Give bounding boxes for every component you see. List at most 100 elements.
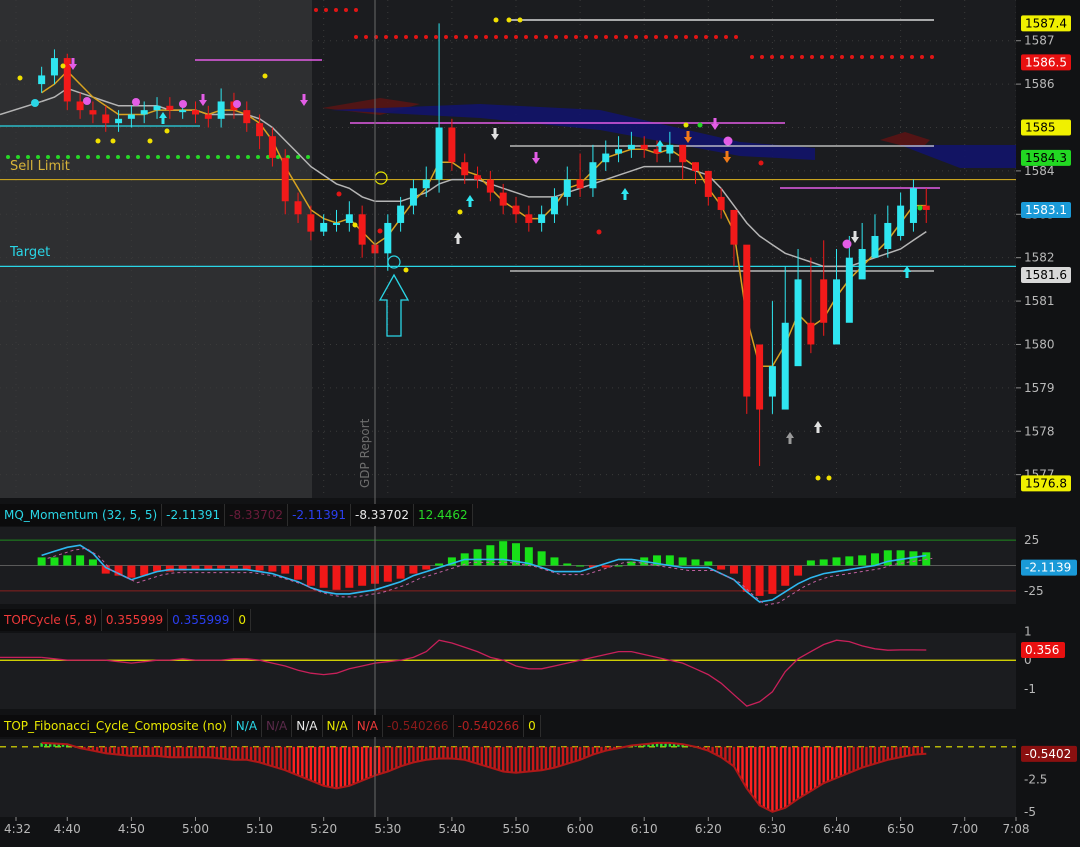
signal-dot [132,98,140,106]
price-tag: 1585 [1025,121,1056,135]
fibonacci-bar [386,746,389,772]
fibonacci-bar [198,746,201,758]
time-tick-label: 4:40 [54,822,81,836]
topcycle-panel[interactable]: 10-10.356 [0,625,1080,709]
momentum-tick-label: 25 [1024,533,1039,547]
candle-body [140,110,148,115]
fibonacci-bar [172,746,176,758]
trading-chart[interactable]: Sell Limit Target GDP Report 1587 1586 158… [0,0,1080,843]
signal-dot [917,205,923,211]
fibonacci-bar [792,746,795,802]
candle-body [217,101,225,119]
fibonacci-bar [117,746,120,755]
candle-body [166,105,174,111]
momentum-value-3: -2.11391 [288,504,352,526]
momentum-panel[interactable]: 25 -25 -2.1139 [0,527,1080,606]
signal-dot [723,136,733,146]
fibonacci-bar [544,746,548,770]
fibonacci-bar [275,746,278,768]
fibonacci-bar [237,746,240,760]
fibonacci-bar [890,746,894,759]
fibonacci-bar [835,746,838,778]
fibonacci-bar [869,746,872,765]
candle-body [461,162,469,176]
fibonacci-bar [907,746,911,756]
fibonacci-bar [143,746,146,756]
fibonacci-bar [878,746,881,763]
fibonacci-bar [258,746,261,763]
fibonacci-value-4: N/A [322,715,353,737]
momentum-value-2: -8.33702 [225,504,289,526]
candle-body [717,196,725,210]
fibonacci-bar [916,746,919,755]
candle-body [204,114,212,119]
fibonacci-bar [749,746,753,795]
fibonacci-tick-label: -5 [1024,805,1036,819]
stop-dot [910,55,914,59]
fibonacci-bar [245,746,248,760]
candle-body [602,153,610,163]
stop-dot [156,155,160,159]
fibonacci-value-3: N/A [292,715,323,737]
stop-dot [246,155,250,159]
fibonacci-bar [433,746,437,759]
momentum-tag: -2.1139 [1025,561,1071,575]
momentum-bar [37,557,46,566]
candle-body [550,196,558,215]
stop-dot [354,35,358,39]
stop-dot [86,155,90,159]
fibonacci-bar [232,746,236,760]
signal-dot [60,63,66,69]
signal-dot [517,17,523,23]
fibonacci-bar [228,746,231,760]
fibonacci-bar [352,746,355,785]
fibonacci-bar [852,746,855,772]
stop-dot [226,155,230,159]
fibonacci-bar [775,746,778,811]
fibonacci-bar [737,746,740,774]
momentum-bar [499,541,508,566]
fibonacci-bar [425,746,428,760]
fibonacci-bar [369,746,372,778]
fibonacci-bar [788,746,791,805]
stop-dot [820,55,824,59]
signal-dot [336,191,342,197]
candle-body [538,214,546,223]
fibonacci-bar [202,746,206,758]
fibonacci-bar [335,746,338,789]
stop-dot [126,155,130,159]
stop-dot [664,35,668,39]
signal-dot [262,73,268,79]
fibonacci-bar [313,746,317,783]
fibonacci-bar [395,746,398,769]
price-panel[interactable]: Sell Limit Target GDP Report 1587 1586 158… [0,0,1080,498]
fibonacci-bar [215,746,219,759]
fibonacci-bar [113,746,116,755]
fibonacci-bar [587,746,590,757]
fibonacci-bar [578,746,582,760]
fibonacci-bar [826,746,830,782]
signal-dot [179,100,187,108]
time-tick-label: 5:50 [503,822,530,836]
fibonacci-panel[interactable]: -2.5 -5 -0.5402 [0,739,1080,819]
fibonacci-bar [873,746,877,764]
fibonacci-bar [818,746,821,786]
fibonacci-bar [920,746,924,755]
time-axis-bg [0,817,1080,843]
fibonacci-bar [407,746,411,764]
candle-body [281,157,289,202]
fibonacci-bar [523,746,526,772]
fibonacci-bar [467,746,471,762]
fibonacci-bar [758,746,761,806]
stop-dot [146,155,150,159]
momentum-bar [691,559,700,566]
fibonacci-bar [164,746,167,757]
fibonacci-bar [719,746,723,758]
candle-body [102,114,110,124]
fibonacci-bar [412,746,415,763]
candle-body [807,322,815,345]
candle-body [666,144,674,154]
fibonacci-bar [318,746,321,785]
stop-dot [890,55,894,59]
momentum-bar [704,561,713,566]
